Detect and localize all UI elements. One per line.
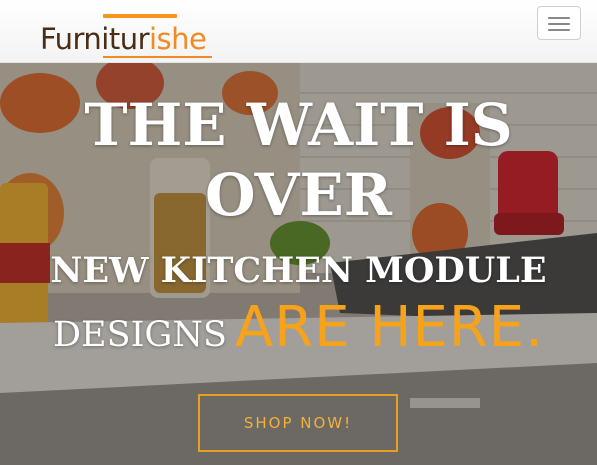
hamburger-line [548,29,570,31]
hero-subheadline-white: DESIGNS [53,315,227,355]
hero-headline-line1: THE WAIT IS [84,91,513,159]
logo-text-accent: ishe [149,22,207,56]
hamburger-line [548,17,570,19]
logo-underline [103,56,212,58]
hero-banner: THE WAIT IS OVER NEW KITCHEN MODULE DESI… [0,63,597,465]
hero-subheadline-accent: ARE HERE. [234,295,544,360]
hamburger-line [548,23,570,25]
menu-toggle-button[interactable] [537,6,581,40]
hero-headline-line2: OVER [205,161,392,229]
logo-text-primary: Furnitur [40,22,150,56]
hero-subheadline-line2: DESIGNS ARE HERE. [0,295,597,360]
shop-now-button[interactable]: SHOP NOW! [198,394,398,452]
hero-subheadline-line1: NEW KITCHEN MODULE [50,250,547,291]
navbar: Furniturishe [0,0,597,63]
logo-text: Furniturishe [40,22,207,56]
logo-accent-bar [103,14,177,18]
